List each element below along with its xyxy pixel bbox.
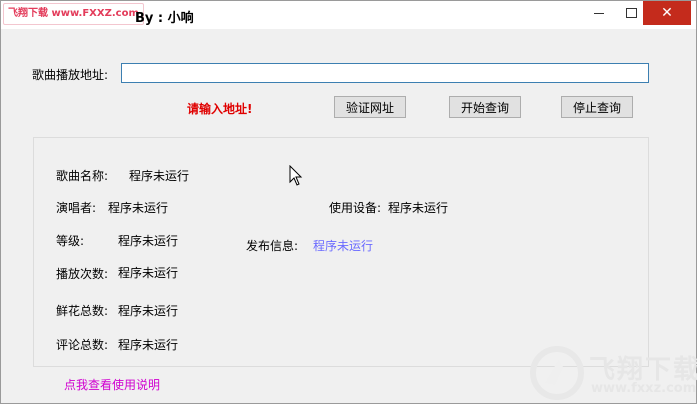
help-link[interactable]: 点我查看使用说明 — [64, 376, 160, 393]
publish-value[interactable]: 程序未运行 — [313, 237, 373, 254]
verify-url-button[interactable]: 验证网址 — [334, 96, 406, 118]
plays-value: 程序未运行 — [118, 266, 179, 280]
minimize-button[interactable] — [583, 1, 615, 25]
singer-label: 演唱者: — [56, 201, 97, 215]
level-label: 等级: — [56, 234, 85, 248]
device-label: 使用设备: — [329, 201, 382, 215]
title-bar[interactable]: 飞翔下载 www.FXXZ.com By : 小响 ✕ — [1, 1, 696, 29]
close-icon: ✕ — [661, 5, 673, 21]
singer-value: 程序未运行 — [108, 201, 169, 215]
url-input[interactable] — [121, 63, 649, 83]
site-watermark-badge: 飞翔下载 www.FXXZ.com — [3, 3, 144, 25]
flowers-label: 鲜花总数: — [56, 304, 109, 318]
level-value: 程序未运行 — [118, 234, 179, 248]
main-window: 飞翔下载 www.FXXZ.com By : 小响 ✕ 歌曲播放地址: 请输入地… — [0, 0, 697, 404]
song-name-label: 歌曲名称: — [56, 169, 109, 183]
comments-label: 评论总数: — [56, 338, 109, 352]
stop-query-button[interactable]: 停止查询 — [561, 96, 633, 118]
flowers-value: 程序未运行 — [118, 304, 179, 318]
url-label: 歌曲播放地址: — [32, 68, 109, 82]
plays-label: 播放次数: — [56, 267, 109, 281]
warning-text: 请输入地址! — [187, 102, 253, 116]
watermark-url: www.fxxz.com — [591, 381, 697, 396]
site-watermark: 飞翔下载 www.fxxz.com — [529, 345, 697, 401]
maximize-icon — [625, 8, 637, 18]
close-button[interactable]: ✕ — [643, 1, 691, 25]
badge-text: 飞翔下载 www.FXXZ.com — [8, 8, 139, 19]
minimize-icon — [594, 12, 604, 14]
window-title: By : 小响 — [135, 11, 194, 26]
start-query-button[interactable]: 开始查询 — [449, 96, 521, 118]
song-name-value: 程序未运行 — [129, 169, 190, 183]
watermark-logo-icon — [530, 346, 584, 400]
device-value: 程序未运行 — [388, 201, 449, 215]
mouse-pointer-icon — [289, 165, 303, 186]
comments-value: 程序未运行 — [118, 338, 179, 352]
publish-label: 发布信息: — [246, 239, 299, 253]
